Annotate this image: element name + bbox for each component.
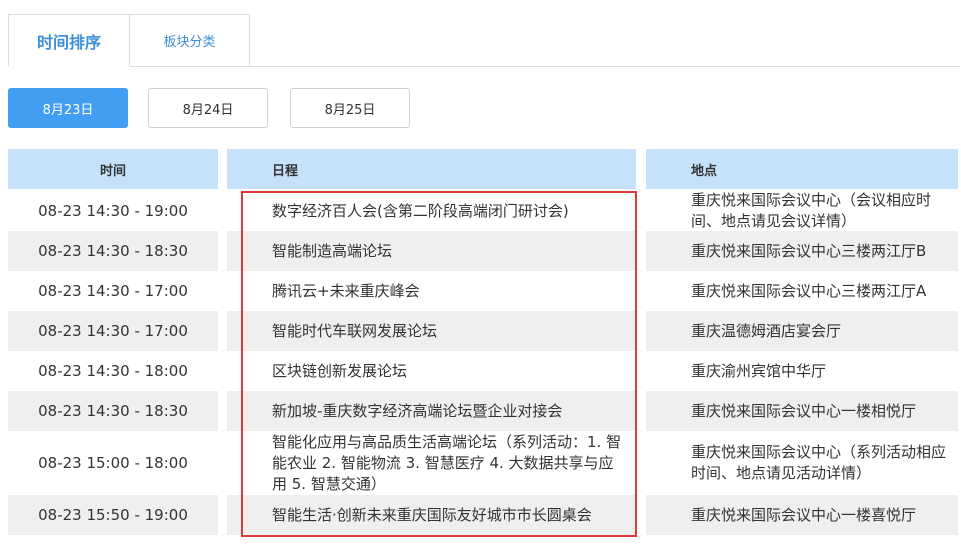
table-row[interactable]: 08-23 14:30 - 19:00 数字经济百人会(含第二阶段高端闭门研讨会… [0, 191, 961, 231]
table-row[interactable]: 08-23 14:30 - 18:00 区块链创新发展论坛 重庆渝州宾馆中华厅 [0, 351, 961, 391]
tab-section-category[interactable]: 板块分类 [129, 14, 250, 66]
tab-time-sort[interactable]: 时间排序 [8, 14, 130, 67]
row-location: 重庆悦来国际会议中心一楼喜悦厅 [646, 495, 958, 535]
row-schedule[interactable]: 腾讯云+未来重庆峰会 [227, 271, 636, 311]
row-location: 重庆渝州宾馆中华厅 [691, 361, 827, 380]
row-time: 08-23 14:30 - 17:00 [8, 311, 218, 351]
row-schedule[interactable]: 智能时代车联网发展论坛 [227, 311, 636, 351]
row-time: 08-23 14:30 - 19:00 [38, 201, 188, 220]
row-time: 08-23 15:50 - 19:00 [8, 495, 218, 535]
table-row[interactable]: 08-23 15:50 - 19:00 智能生活·创新未来重庆国际友好城市市长圆… [0, 495, 961, 535]
column-header-location: 地点 [646, 149, 958, 189]
row-schedule[interactable]: 区块链创新发展论坛 [227, 351, 636, 391]
row-location: 重庆温德姆酒店宴会厅 [646, 311, 958, 351]
table-row[interactable]: 08-23 14:30 - 17:00 智能时代车联网发展论坛 重庆温德姆酒店宴… [0, 311, 961, 351]
table-row[interactable]: 08-23 15:00 - 18:00 智能化应用与高品质生活高端论坛（系列活动… [0, 431, 961, 495]
row-time: 08-23 14:30 - 18:30 [8, 391, 218, 431]
table-row[interactable]: 08-23 14:30 - 17:00 腾讯云+未来重庆峰会 重庆悦来国际会议中… [0, 271, 961, 311]
date-button-aug23[interactable]: 8月23日 [8, 88, 128, 128]
table-row[interactable]: 08-23 14:30 - 18:30 新加坡-重庆数字经济高端论坛暨企业对接会… [0, 391, 961, 431]
row-schedule[interactable]: 智能化应用与高品质生活高端论坛（系列活动：1. 智能农业 2. 智能物流 3. … [227, 431, 636, 495]
row-schedule[interactable]: 数字经济百人会(含第二阶段高端闭门研讨会) [227, 191, 636, 231]
column-header-schedule: 日程 [227, 149, 636, 189]
row-schedule[interactable]: 智能生活·创新未来重庆国际友好城市市长圆桌会 [227, 495, 636, 535]
row-location: 重庆悦来国际会议中心一楼相悦厅 [646, 391, 958, 431]
row-location: 重庆悦来国际会议中心（会议相应时间、地点请见会议详情） [691, 191, 932, 230]
schedule-page: 时间排序 板块分类 8月23日 8月24日 8月25日 时间 日程 地点 08-… [0, 0, 961, 547]
row-time: 08-23 14:30 - 17:00 [38, 281, 188, 300]
row-location: 重庆悦来国际会议中心三楼两江厅B [646, 231, 958, 271]
column-header-time: 时间 [8, 149, 218, 189]
date-button-aug24[interactable]: 8月24日 [148, 88, 268, 128]
row-schedule[interactable]: 智能制造高端论坛 [227, 231, 636, 271]
row-time: 08-23 14:30 - 18:00 [38, 361, 188, 380]
view-tabs: 时间排序 板块分类 [8, 14, 960, 67]
date-button-aug25[interactable]: 8月25日 [290, 88, 410, 128]
row-time: 08-23 15:00 - 18:00 [38, 453, 188, 472]
table-row[interactable]: 08-23 14:30 - 18:30 智能制造高端论坛 重庆悦来国际会议中心三… [0, 231, 961, 271]
row-location: 重庆悦来国际会议中心（系列活动相应时间、地点请见活动详情） [691, 443, 947, 482]
row-location: 重庆悦来国际会议中心三楼两江厅A [691, 281, 927, 300]
row-schedule[interactable]: 新加坡-重庆数字经济高端论坛暨企业对接会 [227, 391, 636, 431]
row-time: 08-23 14:30 - 18:30 [8, 231, 218, 271]
